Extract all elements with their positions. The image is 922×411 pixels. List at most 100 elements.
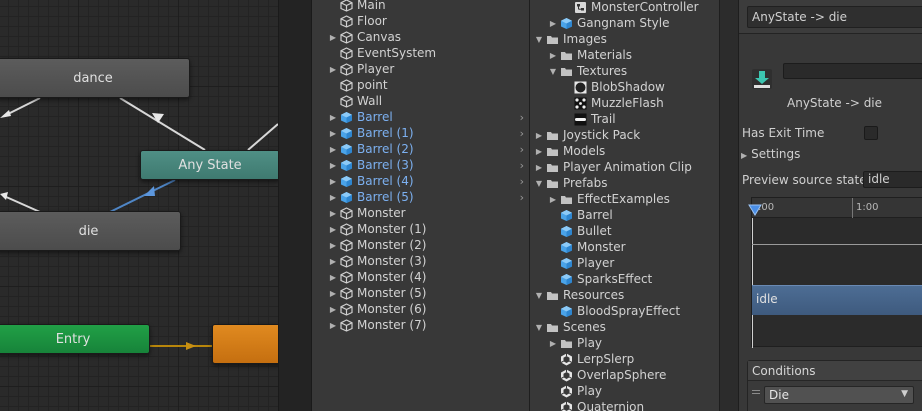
chevron-right-icon[interactable]: ▶ — [548, 339, 558, 348]
project-item[interactable]: Monster — [548, 239, 626, 255]
chevron-right-icon[interactable]: ▶ — [328, 209, 338, 218]
chevron-right-icon[interactable]: › — [520, 191, 524, 204]
project-item[interactable]: Play — [548, 383, 602, 399]
chevron-right-icon[interactable]: › — [520, 159, 524, 172]
project-item[interactable]: BloodSprayEffect — [548, 303, 680, 319]
project-item[interactable]: ▶ Player Animation Clip — [534, 159, 692, 175]
chevron-down-icon[interactable]: ▼ — [534, 179, 544, 188]
chevron-right-icon[interactable]: ▶ — [328, 273, 338, 282]
chevron-right-icon[interactable]: ▶ — [328, 145, 338, 154]
chevron-right-icon[interactable]: ▶ — [328, 305, 338, 314]
inspector-title-field[interactable]: AnyState -> die — [747, 6, 922, 28]
hierarchy-item[interactable]: ▶ Monster (5) — [328, 285, 528, 301]
chevron-right-icon[interactable]: ▶ — [328, 129, 338, 138]
chevron-down-icon[interactable]: ▼ — [534, 323, 544, 332]
chevron-right-icon[interactable]: ▶ — [328, 241, 338, 250]
chevron-right-icon[interactable]: › — [520, 111, 524, 124]
hierarchy-item[interactable]: ▶ Barrel (1) › — [328, 125, 528, 141]
hierarchy-item[interactable]: ▶ Monster (3) — [328, 253, 528, 269]
project-item[interactable]: Bullet — [548, 223, 612, 239]
hierarchy-item[interactable]: ▶ Barrel (4) › — [328, 173, 528, 189]
chevron-right-icon[interactable]: ▶ — [534, 163, 544, 172]
project-item[interactable]: ▶ Play — [548, 335, 602, 351]
timeline-marker-icon[interactable] — [748, 204, 762, 216]
chevron-right-icon[interactable]: ▶ — [328, 257, 338, 266]
chevron-right-icon[interactable]: ▶ — [328, 193, 338, 202]
settings-foldout[interactable]: ▶ Settings — [741, 147, 800, 161]
project-item[interactable]: ▼ Images — [534, 31, 607, 47]
hierarchy-item[interactable]: ▶ Monster (1) — [328, 221, 528, 237]
chevron-right-icon[interactable]: ▶ — [328, 321, 338, 330]
chevron-right-icon[interactable]: › — [520, 127, 524, 140]
project-item[interactable]: SparksEffect — [548, 271, 652, 287]
state-dance[interactable]: dance — [0, 58, 190, 98]
state-entry[interactable]: Entry — [0, 324, 150, 354]
project-item[interactable]: Quaternion — [548, 399, 644, 411]
hierarchy-item[interactable]: ▶ Barrel (2) › — [328, 141, 528, 157]
state-any-state[interactable]: Any State — [140, 150, 278, 180]
project-item[interactable]: Trail — [562, 111, 616, 127]
project-item[interactable]: ▶ EffectExamples — [548, 191, 670, 207]
chevron-down-icon[interactable]: ▼ — [534, 291, 544, 300]
project-item[interactable]: ▼ Textures — [548, 63, 627, 79]
hierarchy-item[interactable]: ▶ Player — [328, 61, 528, 77]
project-item[interactable]: ▶ Gangnam Style — [548, 15, 670, 31]
chevron-right-icon[interactable]: ▶ — [328, 161, 338, 170]
project-item[interactable]: Barrel — [548, 207, 613, 223]
state-die[interactable]: die — [0, 211, 181, 251]
animator-graph[interactable]: dance Any State die Entry — [0, 0, 278, 411]
transition-anystate-die[interactable] — [109, 179, 176, 213]
chevron-right-icon[interactable]: ▶ — [534, 147, 544, 156]
project-item[interactable]: MuzzleFlash — [562, 95, 664, 111]
hierarchy-item[interactable]: Wall — [328, 93, 528, 109]
project-item[interactable]: Player — [548, 255, 614, 271]
chevron-down-icon[interactable]: ▼ — [548, 67, 558, 76]
project-item[interactable]: ▼ Scenes — [534, 319, 606, 335]
hierarchy-item[interactable]: point — [328, 77, 528, 93]
chevron-right-icon[interactable]: ▶ — [548, 195, 558, 204]
chevron-right-icon[interactable]: › — [520, 175, 524, 188]
hierarchy-item[interactable]: ▶ Monster (4) — [328, 269, 528, 285]
chevron-right-icon[interactable]: ▶ — [548, 51, 558, 60]
transition-name-input[interactable] — [783, 63, 922, 79]
hierarchy-item[interactable]: Main — [328, 0, 528, 13]
project-item[interactable]: ▶ Models — [534, 143, 605, 159]
hierarchy-item[interactable]: ▶ Canvas — [328, 29, 528, 45]
timeline-state-bar[interactable]: idle — [752, 285, 922, 315]
preview-source-field[interactable]: idle — [863, 171, 922, 188]
state-default[interactable] — [212, 324, 278, 364]
chevron-right-icon[interactable]: ▶ — [328, 225, 338, 234]
hierarchy-item[interactable]: ▶ Monster — [328, 205, 528, 221]
transition-timeline[interactable]: :00 1:00 idle — [748, 197, 922, 348]
project-item[interactable]: ▶ Joystick Pack — [534, 127, 640, 143]
project-item[interactable]: ▼ Resources — [534, 287, 624, 303]
hierarchy-panel[interactable]: Main Floor ▶ Canvas EventSystem ▶ Player point W… — [312, 0, 530, 411]
hierarchy-item[interactable]: ▶ Barrel (3) › — [328, 157, 528, 173]
chevron-right-icon[interactable]: ▶ — [534, 131, 544, 140]
drag-handle-icon[interactable] — [752, 390, 760, 391]
project-panel[interactable]: MonsterController ▶ Gangnam Style ▼ Images ▶ M… — [530, 0, 720, 411]
chevron-right-icon[interactable]: ▶ — [328, 65, 338, 74]
chevron-right-icon[interactable]: ▶ — [328, 177, 338, 186]
project-item[interactable]: OverlapSphere — [548, 367, 666, 383]
project-item[interactable]: ▶ Materials — [548, 47, 632, 63]
hierarchy-item[interactable]: ▶ Barrel › — [328, 109, 528, 125]
project-item[interactable]: LerpSlerp — [548, 351, 634, 367]
chevron-right-icon[interactable]: ▶ — [328, 33, 338, 42]
chevron-right-icon[interactable]: ▶ — [328, 289, 338, 298]
has-exit-time-checkbox[interactable] — [864, 126, 878, 140]
hierarchy-item[interactable]: ▶ Monster (2) — [328, 237, 528, 253]
chevron-right-icon[interactable]: ▶ — [548, 19, 558, 28]
project-item[interactable]: MonsterController — [562, 0, 699, 15]
chevron-right-icon[interactable]: › — [520, 143, 524, 156]
transition-anystate-right[interactable] — [247, 123, 278, 151]
chevron-down-icon[interactable]: ▼ — [534, 35, 544, 44]
transition-die-left[interactable] — [3, 195, 41, 213]
hierarchy-item[interactable]: ▶ Barrel (5) › — [328, 189, 528, 205]
transition-anystate-dance[interactable] — [119, 97, 206, 151]
condition-parameter-dropdown[interactable]: Die ▼ — [764, 386, 914, 404]
hierarchy-item[interactable]: Floor — [328, 13, 528, 29]
hierarchy-item[interactable]: EventSystem — [328, 45, 528, 61]
hierarchy-item[interactable]: ▶ Monster (6) — [328, 301, 528, 317]
chevron-right-icon[interactable]: ▶ — [328, 113, 338, 122]
